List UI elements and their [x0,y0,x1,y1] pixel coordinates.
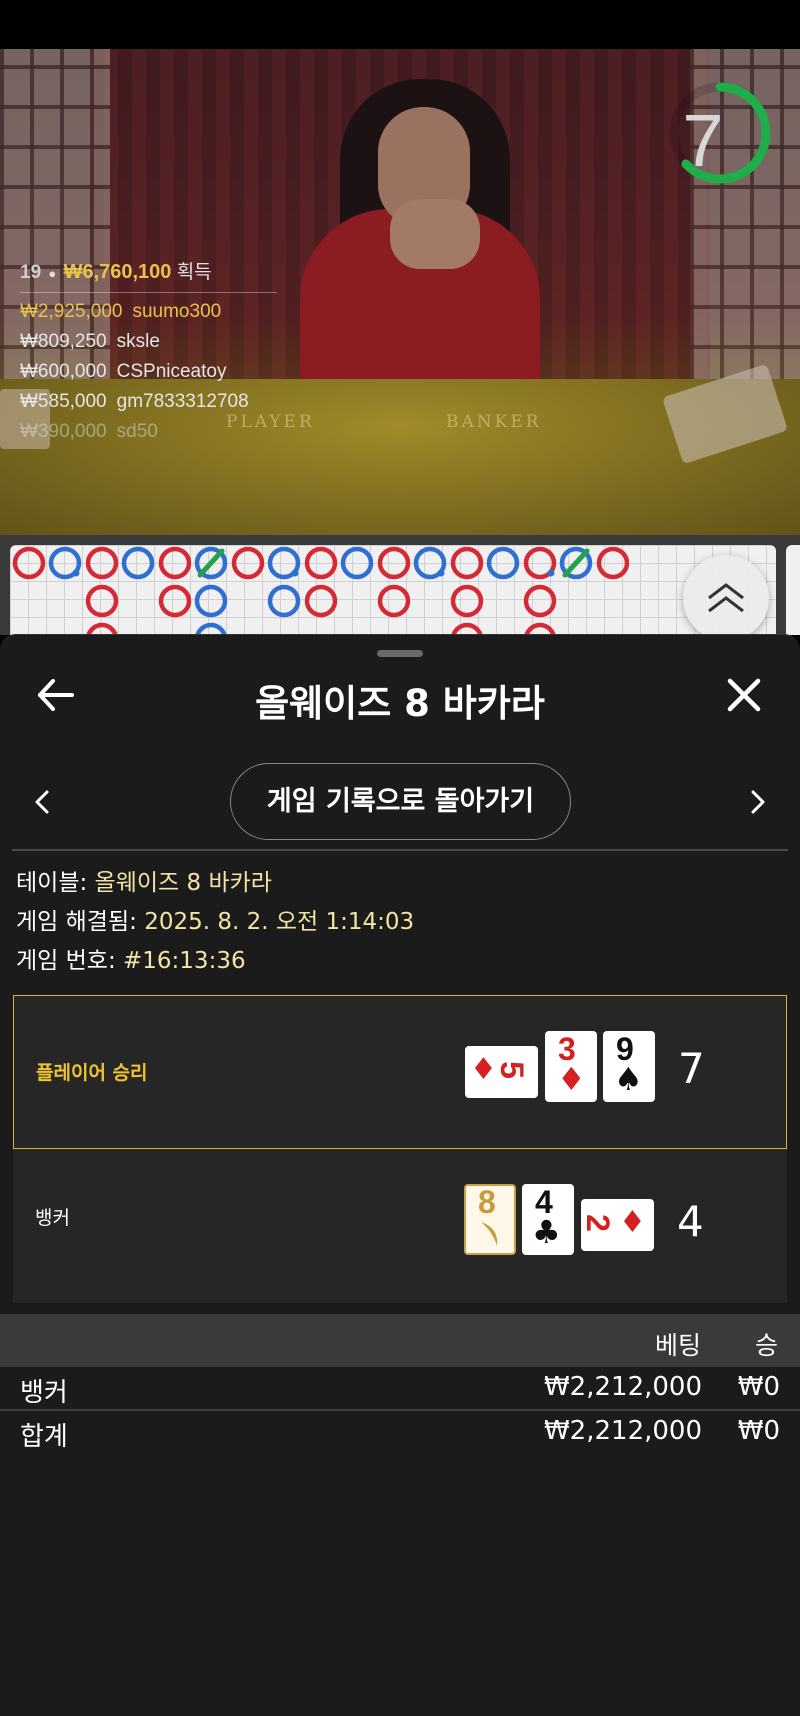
bet-column-header: 베팅 [655,1331,702,1360]
total-row: 합계 ₩2,212,000 ₩0 [0,1412,800,1455]
resolved-value: 2025. 8. 2. 오전 1:14:03 [144,909,415,935]
diamond-icon: ♦ [619,1205,646,1240]
chevron-right-icon[interactable] [746,787,770,817]
playing-card: 8 [464,1184,516,1255]
dealer-hands [390,199,480,269]
playing-card: ♦ 5 [465,1046,538,1098]
winner-amount: ₩390,000 [20,421,107,442]
felt-banker-label: BANKER [446,412,542,432]
table-info: 테이블: 올웨이즈 8 바카라 [16,868,272,898]
winner-amount: ₩585,000 [20,391,107,412]
winners-total: ₩6,760,100 [63,261,172,283]
playing-card: 2 ♦ [579,1199,654,1251]
drag-handle[interactable] [377,650,423,657]
winner-amount: ₩809,250 [20,331,107,352]
winners-panel: 19 ● ₩6,760,100 획득 ₩2,925,000 suumo300 ₩8… [20,257,277,447]
winner-row: ₩600,000 CSPniceatoy [20,357,277,387]
winner-row: ₩390,000 sd50 [20,417,277,447]
winner-row: ₩809,250 sksle [20,327,277,357]
winner-amount: ₩2,925,000 [20,301,123,322]
club-icon: ♣ [532,1213,561,1251]
person-icon: ● [48,266,57,281]
total-bet-amount: ₩2,212,000 [543,1416,702,1446]
winner-amount: ₩600,000 [20,361,107,382]
divider [12,849,788,851]
diamond-icon: ♦ [557,1060,586,1098]
double-chevron-up-icon [708,583,744,613]
total-win-amount: ₩0 [737,1416,780,1446]
sheet-title: 올웨이즈 8 바카라 [255,682,545,725]
bet-amount: ₩2,212,000 [543,1372,702,1402]
expand-up-button[interactable] [683,555,769,641]
player-score: 7 [678,1044,705,1093]
bead-road-grid [10,545,776,635]
winners-suffix: 획득 [176,262,212,283]
win-column-header: 승 [755,1331,779,1360]
winner-row: ₩585,000 gm7833312708 [20,387,277,417]
player-hand: 플레이어 승리 ♦ 5 3 ♦ 9 ♠ 7 [13,995,787,1149]
back-arrow-icon[interactable] [36,675,76,715]
bead-road-grid-next [786,545,800,635]
bets-table-header: 베팅 승 [0,1314,800,1367]
bet-name: 뱅커 [20,1378,68,1408]
playing-card: 4 ♣ [522,1184,574,1255]
banker-hand: 뱅커 8 4 ♣ 2 ♦ 4 [13,1149,787,1303]
total-label: 합계 [20,1422,68,1452]
card-rank: 2 [579,1214,616,1232]
winner-name: CSPniceatoy [116,361,227,382]
banker-score: 4 [677,1197,704,1246]
live-video: PLAYER BANKER 7 19 ● ₩6,760,100 획득 ₩2,92… [0,49,800,535]
winner-count: 19 [20,262,42,283]
game-number-info: 게임 번호: #16:13:36 [16,946,246,976]
table-label: 테이블: [16,870,88,896]
card-rank: 8 [478,1184,496,1220]
resolved-info: 게임 해결됨: 2025. 8. 2. 오전 1:14:03 [16,907,414,937]
back-to-history-button[interactable]: 게임 기록으로 돌아가기 [230,763,571,840]
playing-card: 9 ♠ [603,1031,655,1102]
winner-name: sd50 [116,421,158,442]
table-value: 올웨이즈 8 바카라 [94,870,272,896]
winners-summary: 19 ● ₩6,760,100 획득 [20,257,277,293]
roadmap[interactable] [0,535,800,635]
chevron-left-icon[interactable] [30,787,54,817]
winner-name: suumo300 [132,301,222,322]
resolved-label: 게임 해결됨: [16,909,137,935]
banker-hand-label: 뱅커 [35,1207,70,1229]
game-number-value: #16:13:36 [123,948,246,974]
table-row: 뱅커 ₩2,212,000 ₩0 [0,1368,800,1411]
winner-row: ₩2,925,000 suumo300 [20,297,277,327]
win-amount: ₩0 [737,1372,780,1402]
winner-name: sksle [116,331,160,352]
playing-card: 3 ♦ [545,1031,597,1102]
game-number-label: 게임 번호: [16,948,116,974]
status-bar [0,0,800,49]
game-detail-sheet: 올웨이즈 8 바카라 게임 기록으로 돌아가기 테이블: 올웨이즈 8 바카라 … [0,634,800,1716]
winner-name: gm7833312708 [116,391,249,412]
countdown-number: 7 [682,99,724,182]
gold-card-emblem-icon [481,1222,498,1246]
spade-icon: ♠ [614,1060,643,1098]
player-hand-label: 플레이어 승리 [36,1062,148,1084]
card-rank: 5 [493,1061,530,1079]
divider [0,1409,800,1411]
close-icon[interactable] [724,675,764,715]
